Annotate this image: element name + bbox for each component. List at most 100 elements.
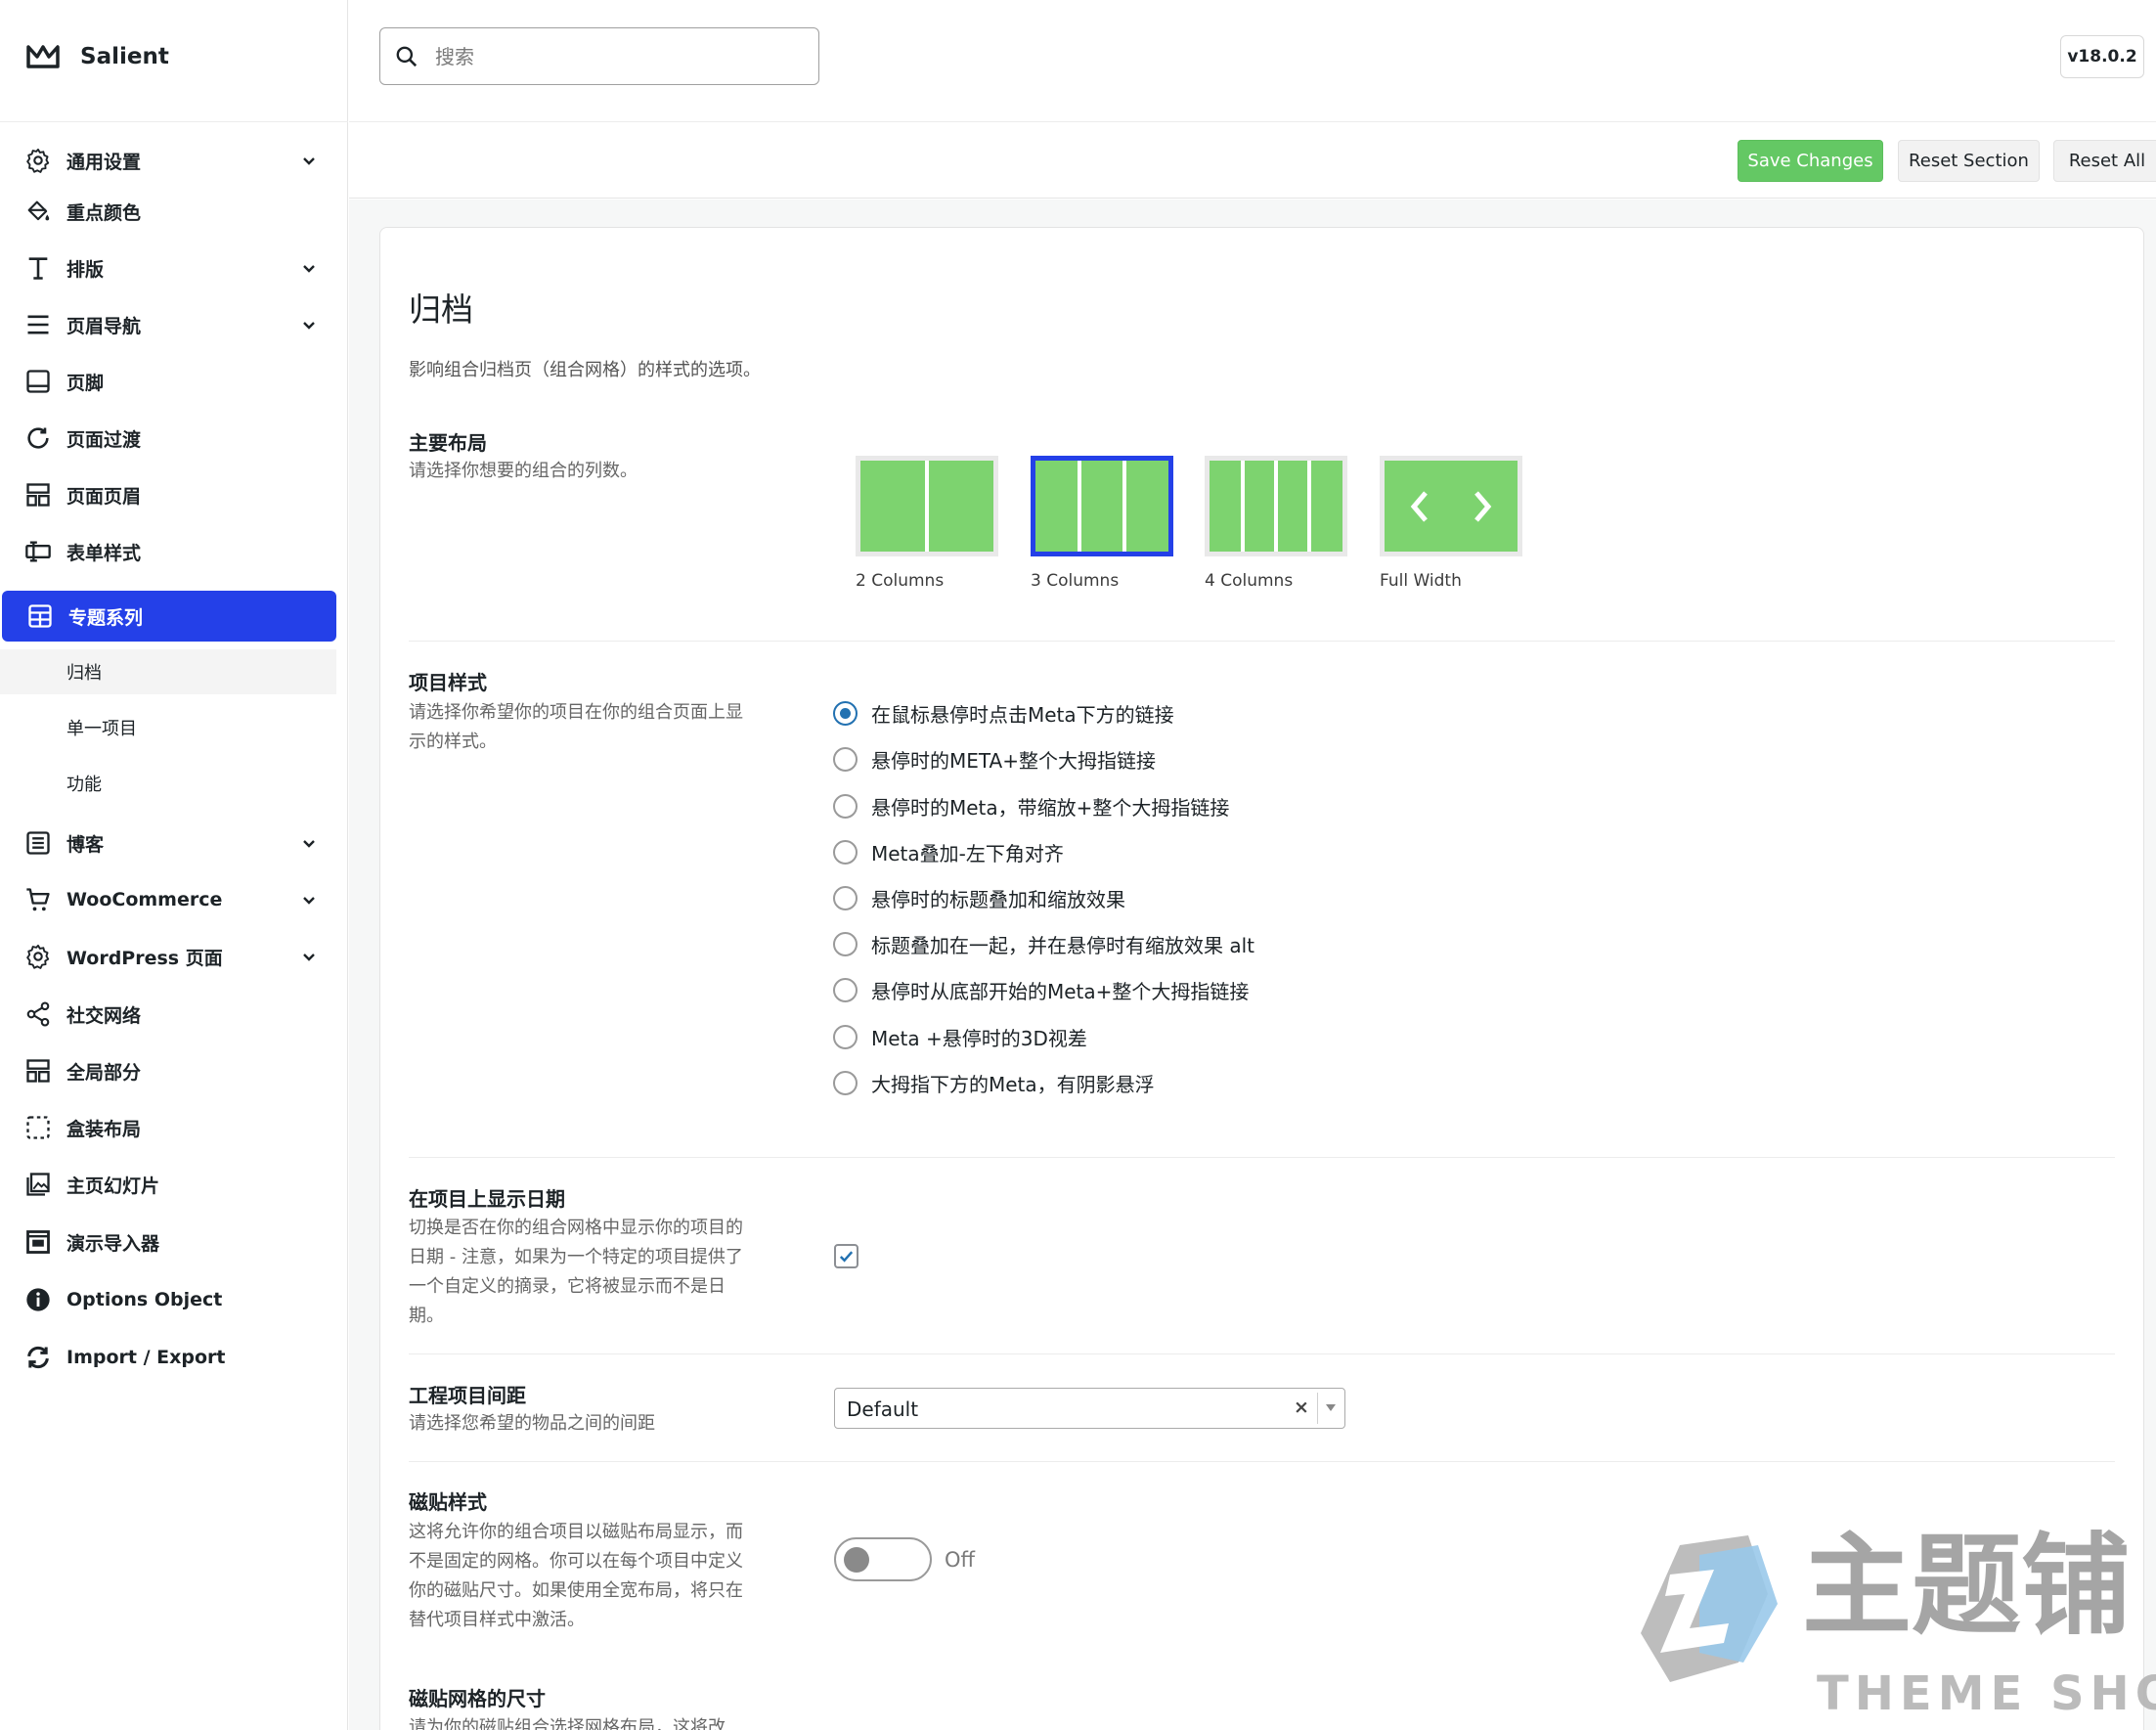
option-divider: [409, 1157, 2115, 1158]
reset-section-button[interactable]: Reset Section: [1898, 140, 2040, 182]
layout-full-width-tile[interactable]: [1380, 456, 1522, 556]
sidebar-item-footer[interactable]: 页脚: [0, 356, 348, 407]
layout-icon: [23, 480, 53, 510]
show-date-checkbox[interactable]: [834, 1244, 858, 1268]
radio-button[interactable]: [833, 793, 858, 819]
toggle-knob: [844, 1547, 869, 1573]
item-style-radio-row[interactable]: 悬停时从底部开始的Meta+整个大拇指链接: [833, 973, 1249, 1006]
radio-button[interactable]: [833, 885, 858, 910]
radio-button[interactable]: [833, 746, 858, 772]
masonry-grid-label: 磁贴网格的尺寸: [409, 1687, 546, 1710]
chevron-down-icon: [303, 322, 315, 330]
layout-option-label: 主要布局: [409, 431, 487, 455]
layout-3-columns-tile[interactable]: [1031, 456, 1173, 556]
reset-all-button[interactable]: Reset All: [2053, 140, 2156, 182]
item-style-label: 项目样式: [409, 671, 487, 694]
sidebar-item-portfolio[interactable]: 专题系列: [2, 591, 336, 642]
app-name: Salient: [80, 44, 169, 69]
gear-icon: [23, 942, 53, 971]
sidebar-item-typography[interactable]: 排版: [0, 243, 348, 293]
layout-2-columns-tile[interactable]: [856, 456, 998, 556]
sidebar-item-demo-importer[interactable]: 演示导入器: [0, 1217, 348, 1267]
sidebar-item-accent-color[interactable]: 重点颜色: [0, 186, 348, 237]
clear-icon[interactable]: ×: [1294, 1397, 1309, 1418]
item-style-radio-row[interactable]: 悬停时的标题叠加和缩放效果: [833, 881, 1125, 914]
sidebar-item-home-slider[interactable]: 主页幻灯片: [0, 1159, 348, 1210]
three-columns-icon: [1035, 461, 1168, 552]
item-style-radio-row[interactable]: 大拇指下方的Meta，有阴影悬浮: [833, 1066, 1155, 1099]
search-icon: [396, 46, 418, 67]
item-style-radio-row[interactable]: Meta +悬停时的3D视差: [833, 1020, 1087, 1053]
select-separator: [1317, 1393, 1318, 1424]
sidebar-item-form-style[interactable]: 表单样式: [0, 526, 348, 577]
chevron-down-icon: [303, 840, 315, 848]
sidebar-item-import-export[interactable]: Import / Export: [0, 1332, 348, 1383]
sidebar-item-wordpress-pages[interactable]: WordPress 页面: [0, 931, 348, 982]
item-spacing-description: 请选择您希望的物品之间的间距: [409, 1413, 655, 1434]
two-columns-icon: [860, 461, 993, 552]
brand[interactable]: Salient: [25, 37, 169, 76]
sidebar-item-label: 重点颜色: [66, 201, 142, 224]
search-input[interactable]: [435, 38, 807, 75]
sidebar-item-label: 页面页眉: [66, 485, 142, 508]
sidebar-item-page-header[interactable]: 页面页眉: [0, 469, 348, 520]
show-date-description: 切换是否在你的组合网格中显示你的项目的日期 - 注意，如果为一个特定的项目提供了…: [409, 1218, 743, 1326]
radio-button[interactable]: [833, 1024, 858, 1049]
save-changes-button[interactable]: Save Changes: [1738, 140, 1883, 182]
dropdown-arrow-icon[interactable]: [1326, 1404, 1336, 1411]
chevron-down-icon: [303, 157, 315, 165]
sidebar-item-label: 全局部分: [66, 1061, 142, 1084]
item-spacing-select[interactable]: Default ×: [834, 1388, 1345, 1429]
radio-label: 在鼠标悬停时点击Meta下方的链接: [871, 702, 1174, 727]
sidebar-item-general[interactable]: 通用设置: [0, 135, 348, 186]
sidebar-item-woocommerce[interactable]: WooCommerce: [0, 874, 348, 925]
search-box[interactable]: [379, 27, 819, 85]
sidebar-subitem-functions[interactable]: 功能: [0, 761, 336, 806]
checkmark-icon: [839, 1251, 854, 1263]
radio-button[interactable]: [833, 839, 858, 865]
sidebar-subitem-single-project[interactable]: 单一项目: [0, 705, 336, 750]
item-style-radio-row[interactable]: 悬停时的META+整个大拇指链接: [833, 742, 1156, 776]
radio-label: 标题叠加在一起，并在悬停时有缩放效果 alt: [871, 933, 1255, 957]
layout-4-columns-tile[interactable]: [1205, 456, 1347, 556]
menu-icon: [23, 310, 53, 339]
sidebar-item-label: 表单样式: [66, 542, 142, 564]
share-icon: [23, 999, 53, 1029]
gear-icon: [23, 146, 53, 175]
item-style-radio-row[interactable]: 悬停时的Meta，带缩放+整个大拇指链接: [833, 789, 1229, 822]
sidebar-item-label: 盒装布局: [66, 1118, 142, 1140]
refresh-icon: [23, 423, 53, 453]
radio-button[interactable]: [833, 977, 858, 1002]
version-badge: v18.0.2: [2060, 35, 2144, 78]
sidebar-item-label: 社交网络: [66, 1004, 142, 1027]
layout-option-description: 请选择你想要的组合的列数。: [409, 461, 638, 481]
item-style-description: 请选择你希望你的项目在你的组合页面上显示的样式。: [409, 702, 743, 752]
sidebar-item-options-object[interactable]: Options Object: [0, 1274, 348, 1325]
sidebar-item-boxed-layout[interactable]: 盒装布局: [0, 1102, 348, 1153]
sidebar-item-blog[interactable]: 博客: [0, 818, 348, 868]
select-value: Default: [847, 1397, 919, 1421]
masonry-toggle[interactable]: [834, 1537, 932, 1581]
sidebar-item-header-nav[interactable]: 页眉导航: [0, 299, 348, 350]
sidebar-subitem-archive[interactable]: 归档: [0, 649, 336, 694]
sidebar-item-label: 专题系列: [68, 606, 144, 629]
sidebar-item-social[interactable]: 社交网络: [0, 989, 348, 1040]
radio-button[interactable]: [833, 931, 858, 956]
page-description: 影响组合归档页（组合网格）的样式的选项。: [409, 360, 761, 380]
sidebar-item-label: 主页幻灯片: [66, 1175, 160, 1197]
sidebar: Salient 通用设置 重点颜色 排版 页眉导航 页脚 页面过渡 页面页眉 表…: [0, 0, 348, 1730]
paint-bucket-icon: [23, 197, 53, 226]
sidebar-item-label: WordPress 页面: [66, 947, 223, 969]
sidebar-item-global-sections[interactable]: 全局部分: [0, 1045, 348, 1096]
sidebar-item-page-transitions[interactable]: 页面过渡: [0, 413, 348, 464]
item-style-radio-row[interactable]: 在鼠标悬停时点击Meta下方的链接: [833, 696, 1174, 730]
radio-button[interactable]: [833, 1070, 858, 1095]
radio-button[interactable]: [833, 700, 858, 726]
item-style-radio-row[interactable]: Meta叠加-左下角对齐: [833, 835, 1064, 868]
show-date-label: 在项目上显示日期: [409, 1187, 565, 1211]
item-style-radio-row[interactable]: 标题叠加在一起，并在悬停时有缩放效果 alt: [833, 927, 1254, 960]
document-icon: [23, 828, 53, 858]
option-divider: [409, 1353, 2115, 1354]
masonry-description: 这将允许你的组合项目以磁贴布局显示，而不是固定的网格。你可以在每个项目中定义你的…: [409, 1522, 743, 1630]
option-divider: [409, 1461, 2115, 1462]
